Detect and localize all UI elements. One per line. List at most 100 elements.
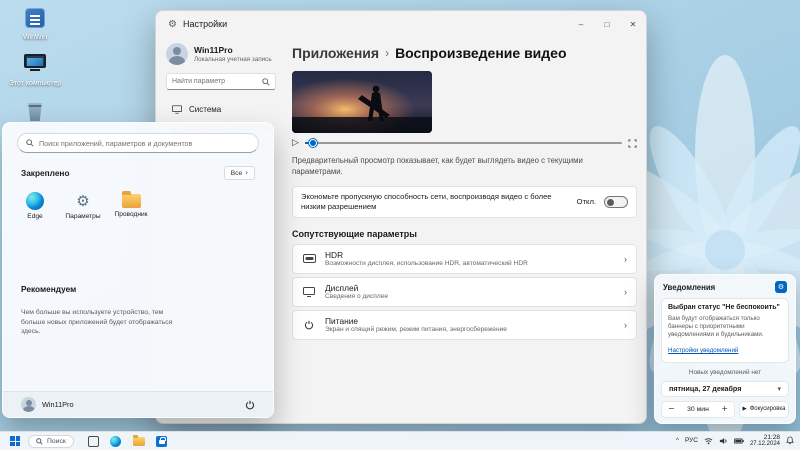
focus-duration-value: 30 мин [687, 406, 709, 413]
increase-button[interactable]: + [721, 405, 728, 413]
account-name: Win11Pro [194, 45, 272, 55]
wifi-icon[interactable] [704, 437, 713, 445]
this-pc-icon [23, 54, 47, 78]
close-button[interactable]: ✕ [620, 11, 646, 37]
minimize-button[interactable]: – [568, 11, 594, 37]
breadcrumb: Приложения › Воспроизведение видео [292, 45, 634, 61]
desktop-icon-this-pc[interactable]: Этот компьютер [6, 52, 64, 88]
sidebar-item-label: Система [189, 105, 221, 114]
clock[interactable]: 21:28 27.12.2024 [750, 434, 780, 448]
related-row-title: HDR [325, 250, 528, 261]
notification-settings-link[interactable]: Настройки уведомлений [668, 347, 738, 354]
hidden-icons-button[interactable]: ^ [676, 437, 679, 444]
recommended-empty-text: Чем больше вы используете устройство, те… [21, 308, 181, 337]
toast-title: Выбран статус "Не беспокоить" [668, 304, 782, 313]
app-tile-explorer[interactable]: Проводник [107, 188, 155, 224]
related-row-title: Питание [325, 316, 507, 327]
desktop-icon-label: Этот компьютер [6, 80, 64, 88]
user-name: Win11Pro [42, 400, 74, 409]
tray-date: 27.12.2024 [750, 441, 780, 448]
battery-icon[interactable] [734, 438, 744, 444]
calendar-row[interactable]: пятница, 27 декабря ▾ [661, 381, 789, 397]
taskbar-store-button[interactable] [155, 434, 169, 448]
related-row-display[interactable]: Дисплей Сведения о дисплее › [292, 277, 637, 307]
start-menu: Закреплено Все › Edge ⚙ Параметры Провод… [2, 122, 274, 418]
preview-note: Предварительный просмотр показывает, как… [292, 156, 622, 177]
related-settings-header: Сопутствующие параметры [292, 229, 634, 239]
desktop-icon-label: WinWin [6, 34, 64, 42]
seek-slider[interactable] [305, 142, 622, 144]
windows-logo-icon [10, 436, 20, 446]
volume-icon[interactable] [719, 437, 728, 445]
display-icon [302, 287, 316, 297]
start-button[interactable] [6, 434, 24, 449]
bandwidth-setting-row: Экономьте пропускную способность сети, в… [292, 186, 637, 218]
search-icon [26, 139, 34, 147]
notification-settings-button[interactable]: ⚙ [775, 281, 787, 293]
breadcrumb-section[interactable]: Приложения [292, 45, 379, 61]
user-chip[interactable]: Win11Pro [21, 397, 74, 412]
start-search[interactable] [17, 133, 259, 153]
taskbar-explorer-button[interactable] [132, 434, 146, 448]
titlebar: ⚙ Настройки – □ ✕ [156, 11, 646, 37]
task-view-button[interactable] [86, 434, 100, 448]
settings-search-input[interactable] [172, 78, 262, 85]
bandwidth-toggle[interactable] [604, 196, 628, 208]
bandwidth-label: Экономьте пропускную способность сети, в… [301, 192, 569, 212]
fullscreen-button[interactable] [628, 139, 637, 148]
chevron-right-icon: › [385, 46, 389, 60]
app-shortcut-icon [23, 8, 47, 32]
toggle-state-label: Откл. [577, 197, 596, 206]
hdr-icon [302, 254, 316, 264]
account-type: Локальная учетная запись [194, 56, 272, 63]
taskbar-edge-button[interactable] [109, 434, 123, 448]
app-tile-label: Проводник [107, 211, 155, 218]
notification-toast[interactable]: Выбран статус "Не беспокоить" Вам будут … [661, 298, 789, 363]
taskbar-search[interactable]: Поиск [28, 435, 74, 448]
notification-center: Уведомления ⚙ Выбран статус "Не беспокои… [654, 274, 796, 424]
gear-icon: ⚙ [59, 192, 107, 210]
related-row-hdr[interactable]: HDR Возможности дисплея, использование H… [292, 244, 637, 274]
settings-app-icon: ⚙ [168, 19, 177, 30]
slider-thumb[interactable] [309, 139, 317, 147]
store-icon [156, 436, 167, 447]
avatar [21, 397, 36, 412]
all-apps-button[interactable]: Все › [224, 166, 255, 180]
app-tile-settings[interactable]: ⚙ Параметры [59, 188, 107, 224]
related-row-title: Дисплей [325, 283, 388, 294]
related-row-power[interactable]: Питание Экран и спящий режим, режим пита… [292, 310, 637, 340]
video-preview [292, 71, 432, 133]
avatar [166, 43, 188, 65]
play-icon: ▶ [742, 406, 746, 412]
desktop-icon-winwin[interactable]: WinWin [6, 6, 64, 42]
chevron-right-icon: › [624, 287, 627, 297]
settings-main: Приложения › Воспроизведение видео [286, 37, 646, 423]
app-tile-label: Параметры [59, 213, 107, 220]
settings-search[interactable] [166, 73, 276, 90]
edge-icon [110, 436, 121, 447]
focus-duration-stepper: − 30 мин + [661, 401, 735, 418]
maximize-button[interactable]: □ [594, 11, 620, 37]
notifications-header: Уведомления [663, 283, 715, 292]
video-preview-image [292, 71, 432, 133]
system-icon [172, 105, 182, 114]
language-indicator[interactable]: РУС [685, 437, 698, 444]
power-button[interactable] [245, 400, 255, 410]
system-tray: ^ РУС 21:28 27.12.2024 [676, 434, 794, 448]
account-chip[interactable]: Win11Pro Локальная учетная запись [166, 43, 276, 65]
page-title: Воспроизведение видео [395, 45, 566, 61]
focus-start-button[interactable]: ▶ Фокусировка [739, 401, 789, 418]
taskbar: Поиск ^ РУС 21:28 27.12.2024 [0, 431, 800, 450]
decrease-button[interactable]: − [668, 405, 675, 413]
folder-icon [122, 194, 141, 208]
notification-bell-icon[interactable] [786, 436, 794, 445]
focus-controls: − 30 мин + ▶ Фокусировка [661, 401, 789, 418]
start-footer: Win11Pro [3, 391, 273, 417]
chevron-right-icon: › [624, 320, 627, 330]
sidebar-item-system[interactable]: Система [166, 100, 276, 119]
play-button[interactable]: ▷ [292, 139, 299, 148]
taskbar-search-label: Поиск [47, 438, 66, 445]
app-tile-edge[interactable]: Edge [11, 188, 59, 224]
chevron-down-icon: ▾ [777, 385, 781, 393]
start-search-input[interactable] [39, 139, 250, 148]
